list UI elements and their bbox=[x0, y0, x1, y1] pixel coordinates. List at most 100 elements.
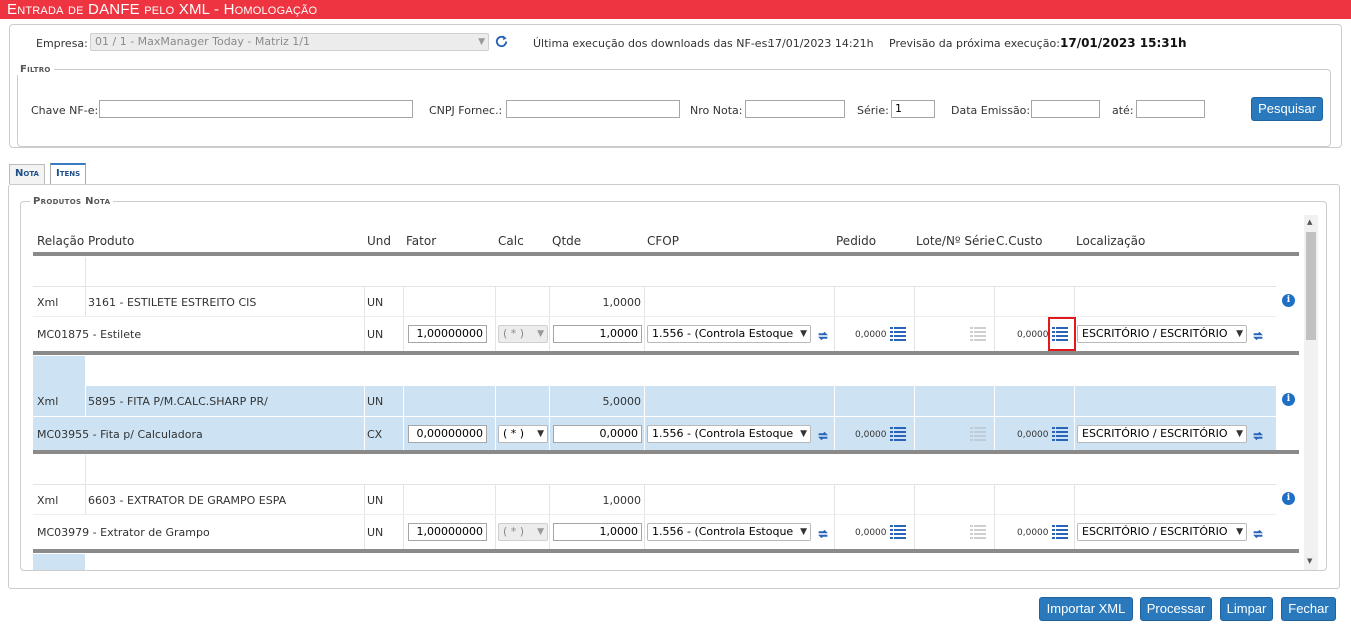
col-qtde: Qtde bbox=[552, 234, 582, 248]
localizacao-value: ESCRITÓRIO / ESCRITÓRIO bbox=[1082, 427, 1228, 440]
empresa-select[interactable]: 01 / 1 - MaxManager Today - Matriz 1/1 ▼ bbox=[90, 33, 489, 51]
list-icon[interactable] bbox=[890, 326, 906, 341]
scroll-up-icon[interactable]: ▲ bbox=[1307, 218, 1312, 226]
spacer-row bbox=[33, 554, 85, 570]
pedido-value: 0,0000 bbox=[855, 430, 887, 440]
item-separator bbox=[33, 351, 1299, 355]
qtde-input[interactable]: 1,0000 bbox=[553, 325, 642, 343]
localizacao-value: ESCRITÓRIO / ESCRITÓRIO bbox=[1082, 327, 1228, 340]
cfop-select[interactable]: 1.556 - (Controla Estoque ▼ bbox=[647, 325, 811, 343]
fechar-button[interactable]: Fechar bbox=[1281, 597, 1336, 621]
window-title: Entrada de DANFE pelo XML - Homologação bbox=[0, 0, 1351, 19]
empresa-value: 01 / 1 - MaxManager Today - Matriz 1/1 bbox=[95, 35, 310, 48]
info-icon[interactable]: i bbox=[1282, 393, 1295, 406]
pesquisar-button[interactable]: Pesquisar bbox=[1251, 97, 1323, 121]
importar-xml-button[interactable]: Importar XML bbox=[1039, 597, 1133, 621]
list-icon-disabled bbox=[970, 427, 986, 441]
col-relacao: Relação bbox=[37, 234, 85, 248]
list-icon[interactable] bbox=[890, 426, 906, 441]
calc-value: ( * ) bbox=[503, 525, 525, 538]
chave-nfe-input[interactable] bbox=[99, 100, 413, 118]
fator-input[interactable]: 1,00000000 bbox=[408, 325, 487, 343]
scroll-thumb[interactable] bbox=[1306, 232, 1316, 340]
sync-icon[interactable] bbox=[816, 329, 830, 343]
filtro-legend: Filtro bbox=[17, 64, 54, 75]
list-icon[interactable] bbox=[890, 524, 906, 539]
table-row-xml[interactable]: Xml 3161 - ESTILETE ESTREITO CIS UN 1,00… bbox=[33, 287, 1276, 317]
item-separator bbox=[33, 450, 1299, 454]
table-row-xml[interactable]: Xml 6603 - EXTRATOR DE GRAMPO ESPA UN 1,… bbox=[33, 485, 1276, 515]
chevron-down-icon: ▼ bbox=[800, 527, 807, 537]
tab-itens[interactable]: Itens bbox=[50, 163, 87, 184]
table-row-xml[interactable]: Xml 5895 - FITA P/M.CALC.SHARP PR/ UN 5,… bbox=[33, 386, 1276, 416]
info-icon[interactable]: i bbox=[1282, 492, 1295, 505]
produtos-legend: Produtos Nota bbox=[30, 196, 114, 207]
ccusto-value: 0,0000 bbox=[1017, 430, 1049, 440]
cfop-select[interactable]: 1.556 - (Controla Estoque ▼ bbox=[647, 425, 811, 443]
chevron-down-icon: ▼ bbox=[1236, 527, 1243, 537]
qtde-cell: 1,0000 bbox=[602, 296, 642, 309]
sync-icon[interactable] bbox=[816, 527, 830, 541]
chevron-down-icon: ▼ bbox=[537, 527, 544, 537]
localizacao-select[interactable]: ESCRITÓRIO / ESCRITÓRIO ▼ bbox=[1077, 523, 1247, 541]
col-cfop: CFOP bbox=[647, 234, 679, 248]
localizacao-select[interactable]: ESCRITÓRIO / ESCRITÓRIO ▼ bbox=[1077, 325, 1247, 343]
relacao-mc-cell: MC01875 - Estilete bbox=[37, 328, 142, 341]
cnpj-input[interactable] bbox=[506, 100, 680, 118]
relacao-mc-cell: MC03979 - Extrator de Grampo bbox=[37, 526, 210, 539]
list-icon[interactable] bbox=[1052, 524, 1068, 539]
limpar-button[interactable]: Limpar bbox=[1220, 597, 1273, 621]
produtos-grid: Relação Produto Und Fator Calc Qtde CFOP… bbox=[33, 215, 1318, 570]
chevron-down-icon: ▼ bbox=[537, 329, 544, 339]
sync-icon[interactable] bbox=[1251, 527, 1265, 541]
chevron-down-icon: ▼ bbox=[1236, 429, 1243, 439]
localizacao-select[interactable]: ESCRITÓRIO / ESCRITÓRIO ▼ bbox=[1077, 425, 1247, 443]
und-cell: UN bbox=[367, 494, 384, 507]
chevron-down-icon: ▼ bbox=[800, 329, 807, 339]
calc-value: ( * ) bbox=[503, 427, 525, 440]
tab-nota[interactable]: Nota bbox=[9, 164, 45, 184]
calc-value: ( * ) bbox=[503, 327, 525, 340]
header-separator bbox=[33, 252, 1299, 256]
grid-scrollbar[interactable]: ▲ ▼ bbox=[1304, 215, 1318, 570]
cfop-value: 1.556 - (Controla Estoque bbox=[652, 427, 794, 440]
col-localizacao: Localização bbox=[1076, 234, 1146, 248]
processar-button[interactable]: Processar bbox=[1140, 597, 1212, 621]
ultima-execucao-label: Última execução dos downloads das NF-es: bbox=[533, 37, 772, 50]
table-row-mc[interactable]: MC03955 - Fita p/ Calculadora CX 0,00000… bbox=[33, 416, 1276, 450]
fator-input[interactable]: 1,00000000 bbox=[408, 523, 487, 541]
table-row-mc[interactable]: MC03979 - Extrator de Grampo UN 1,000000… bbox=[33, 515, 1276, 549]
highlight-box bbox=[1048, 317, 1076, 351]
sync-icon[interactable] bbox=[1251, 329, 1265, 343]
sync-icon[interactable] bbox=[1251, 429, 1265, 443]
calc-select[interactable]: ( * ) ▼ bbox=[498, 425, 548, 443]
ccusto-value: 0,0000 bbox=[1017, 330, 1049, 340]
ccusto-value: 0,0000 bbox=[1017, 528, 1049, 538]
und-cell: CX bbox=[367, 428, 383, 441]
cnpj-label: CNPJ Fornec.: bbox=[429, 104, 503, 117]
calc-select[interactable]: ( * ) ▼ bbox=[498, 325, 548, 343]
table-row-mc[interactable]: MC01875 - Estilete UN 1,00000000 ( * ) ▼… bbox=[33, 317, 1276, 351]
und-cell: UN bbox=[367, 328, 384, 341]
serie-input[interactable]: 1 bbox=[891, 100, 935, 118]
qtde-input[interactable]: 0,0000 bbox=[553, 425, 642, 443]
empresa-label: Empresa: bbox=[36, 37, 88, 50]
fator-input[interactable]: 0,00000000 bbox=[408, 425, 487, 443]
data-emissao-input[interactable] bbox=[1031, 100, 1100, 118]
sync-icon[interactable] bbox=[816, 429, 830, 443]
relacao-cell: Xml bbox=[37, 494, 59, 507]
calc-select[interactable]: ( * ) ▼ bbox=[498, 523, 548, 541]
spacer-row bbox=[33, 257, 1276, 287]
cfop-value: 1.556 - (Controla Estoque bbox=[652, 525, 794, 538]
list-icon[interactable] bbox=[1052, 426, 1068, 441]
scroll-down-icon[interactable]: ▼ bbox=[1307, 557, 1312, 565]
info-icon[interactable]: i bbox=[1282, 294, 1295, 307]
refresh-icon[interactable] bbox=[494, 34, 509, 49]
cfop-select[interactable]: 1.556 - (Controla Estoque ▼ bbox=[647, 523, 811, 541]
nro-nota-input[interactable] bbox=[745, 100, 845, 118]
localizacao-value: ESCRITÓRIO / ESCRITÓRIO bbox=[1082, 525, 1228, 538]
previsao-label: Previsão da próxima execução: bbox=[889, 37, 1060, 50]
qtde-input[interactable]: 1,0000 bbox=[553, 523, 642, 541]
cfop-value: 1.556 - (Controla Estoque bbox=[652, 327, 794, 340]
ate-input[interactable] bbox=[1136, 100, 1205, 118]
